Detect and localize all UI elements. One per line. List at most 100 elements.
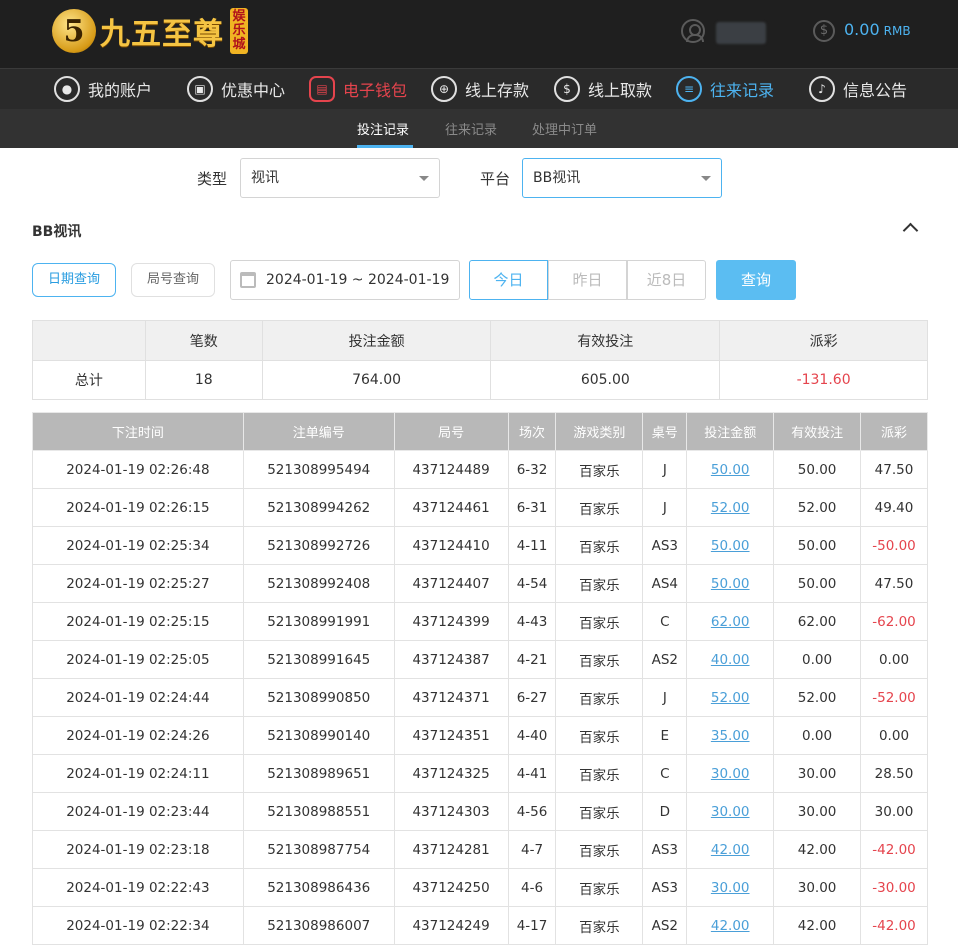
payout-cell: 30.00 (860, 792, 928, 831)
table-no-cell: J (642, 450, 688, 489)
header-valid-bet: 有效投注 (773, 412, 861, 451)
valid-bet-cell: 62.00 (773, 602, 861, 641)
tab-pending-orders[interactable]: 处理中订单 (532, 119, 597, 138)
bet-amount-link[interactable]: 30.00 (711, 804, 750, 820)
chevron-up-icon[interactable] (903, 221, 917, 235)
payout-cell: -42.00 (860, 830, 928, 869)
nav-records[interactable]: ≡ 往来记录 (676, 74, 774, 104)
bet-time-cell: 2024-01-19 02:23:44 (32, 792, 244, 831)
bet-amount-link[interactable]: 50.00 (711, 576, 750, 592)
query-button[interactable]: 查询 (716, 260, 796, 300)
game-type-cell: 百家乐 (555, 488, 644, 527)
deposit-icon: ⊕ (431, 76, 457, 102)
session-cell: 6-27 (507, 678, 557, 717)
table-row: 2024-01-19 02:23:18 521308987754 437124281… (32, 830, 928, 869)
summary-header-row: 笔数 投注金额 有效投注 派彩 (32, 320, 928, 361)
table-row: 2024-01-19 02:25:15 521308991991 437124399… (32, 602, 928, 641)
payout-cell: 28.50 (860, 754, 928, 793)
nav-deposit[interactable]: ⊕ 线上存款 (431, 74, 529, 104)
table-row: 2024-01-19 02:24:26 521308990140 437124351… (32, 716, 928, 755)
nav-withdraw[interactable]: $ 线上取款 (554, 74, 652, 104)
bet-amount-cell: 42.00 (686, 830, 775, 869)
site-logo[interactable]: 5 九五至尊 娱乐城 (52, 6, 248, 56)
last-8-days-button[interactable]: 近8日 (627, 260, 706, 300)
session-cell: 4-41 (507, 754, 557, 793)
session-cell: 4-40 (507, 716, 557, 755)
table-header-row: 下注时间 注单编号 局号 场次 游戏类别 桌号 投注金额 有效投注 派彩 (32, 412, 928, 451)
payout-cell: 0.00 (860, 716, 928, 755)
gift-icon: ▣ (187, 76, 213, 102)
table-row: 2024-01-19 02:26:48 521308995494 437124489… (32, 450, 928, 489)
session-cell: 4-54 (507, 564, 557, 603)
payout-cell: -52.00 (860, 678, 928, 717)
bet-amount-link[interactable]: 40.00 (711, 652, 750, 668)
round-id-cell: 437124399 (393, 602, 509, 641)
top-bar: 5 九五至尊 娱乐城 $ 0.00 RMB (0, 0, 958, 68)
nav-e-wallet[interactable]: ▤ 电子钱包 (309, 74, 407, 104)
bet-amount-link[interactable]: 30.00 (711, 766, 750, 782)
table-row: 2024-01-19 02:23:44 521308988551 437124303… (32, 792, 928, 831)
bet-amount-link[interactable]: 52.00 (711, 500, 750, 516)
bet-time-cell: 2024-01-19 02:24:26 (32, 716, 244, 755)
round-query-button[interactable]: 局号查询 (131, 263, 215, 297)
bet-amount-link[interactable]: 62.00 (711, 614, 750, 630)
valid-bet-cell: 50.00 (773, 564, 861, 603)
nav-label: 线上取款 (588, 81, 653, 100)
nav-label: 往来记录 (710, 81, 775, 100)
type-select[interactable]: 视讯 (240, 158, 440, 198)
bet-id-cell: 521308992408 (242, 564, 395, 603)
platform-select-value: BB视讯 (533, 170, 581, 186)
nav-label: 我的账户 (88, 81, 153, 100)
type-label: 类型 (197, 170, 228, 188)
summary-cell: 18 (144, 360, 263, 400)
bet-id-cell: 521308994262 (242, 488, 395, 527)
bet-amount-cell: 30.00 (686, 754, 775, 793)
yesterday-button[interactable]: 昨日 (548, 260, 627, 300)
sub-nav: 投注记录 往来记录 处理中订单 (0, 109, 958, 148)
valid-bet-cell: 30.00 (773, 792, 861, 831)
round-id-cell: 437124407 (393, 564, 509, 603)
bet-amount-link[interactable]: 50.00 (711, 462, 750, 478)
table-row: 2024-01-19 02:26:15 521308994262 437124461… (32, 488, 928, 527)
header-session: 场次 (507, 412, 557, 451)
payout-cell: 47.50 (860, 450, 928, 489)
withdraw-icon: $ (554, 76, 580, 102)
header-round-id: 局号 (393, 412, 509, 451)
bet-amount-link[interactable]: 42.00 (711, 842, 750, 858)
date-range-input[interactable]: 2024-01-19 ~ 2024-01-19 (230, 260, 460, 300)
bet-time-cell: 2024-01-19 02:25:15 (32, 602, 244, 641)
valid-bet-cell: 42.00 (773, 830, 861, 869)
active-tab-indicator (357, 145, 413, 148)
payout-cell: 49.40 (860, 488, 928, 527)
summary-header-cell: 派彩 (719, 320, 928, 361)
game-type-cell: 百家乐 (555, 792, 644, 831)
header-payout: 派彩 (860, 412, 928, 451)
bet-amount-link[interactable]: 35.00 (711, 728, 750, 744)
nav-announcements[interactable]: ♪ 信息公告 (809, 74, 907, 104)
bet-amount-cell: 35.00 (686, 716, 775, 755)
bet-amount-link[interactable]: 30.00 (711, 880, 750, 896)
nav-promotions[interactable]: ▣ 优惠中心 (187, 74, 285, 104)
user-avatar-icon[interactable] (681, 19, 705, 43)
nav-my-account[interactable]: ● 我的账户 (54, 74, 152, 104)
platform-select[interactable]: BB视讯 (522, 158, 722, 198)
date-query-button[interactable]: 日期查询 (32, 263, 116, 297)
session-cell: 4-21 (507, 640, 557, 679)
record-icon: ≡ (676, 76, 702, 102)
tab-transaction-records[interactable]: 往来记录 (445, 119, 497, 138)
table-no-cell: E (642, 716, 688, 755)
table-row: 2024-01-19 02:24:11 521308989651 437124325… (32, 754, 928, 793)
valid-bet-cell: 0.00 (773, 640, 861, 679)
bet-amount-link[interactable]: 42.00 (711, 918, 750, 934)
bet-amount-cell: 50.00 (686, 450, 775, 489)
today-button[interactable]: 今日 (469, 260, 548, 300)
bet-id-cell: 521308991991 (242, 602, 395, 641)
bet-amount-link[interactable]: 52.00 (711, 690, 750, 706)
bet-time-cell: 2024-01-19 02:25:05 (32, 640, 244, 679)
bet-amount-link[interactable]: 50.00 (711, 538, 750, 554)
game-type-cell: 百家乐 (555, 640, 644, 679)
tab-bet-records[interactable]: 投注记录 (357, 119, 409, 138)
username-redacted (716, 22, 766, 44)
table-no-cell: AS3 (642, 830, 688, 869)
bet-amount-cell: 52.00 (686, 488, 775, 527)
